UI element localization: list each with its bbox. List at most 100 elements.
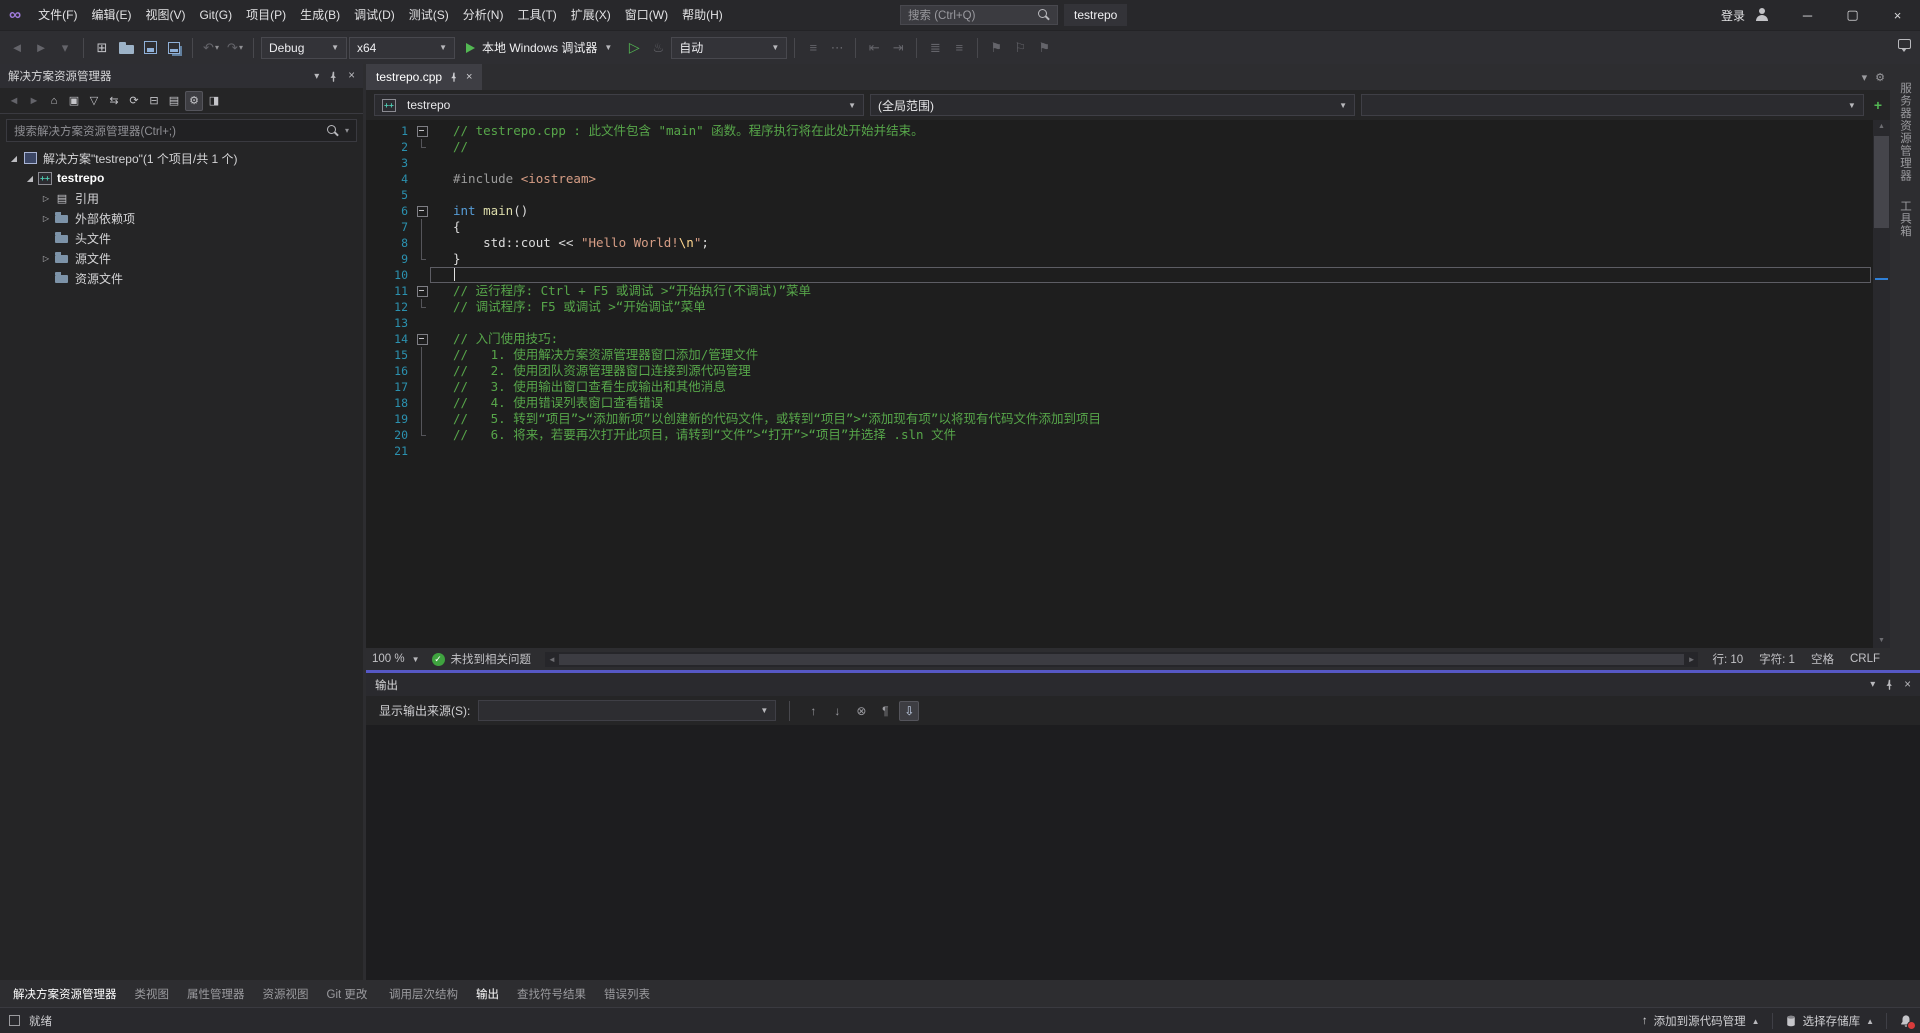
show-all-files-icon[interactable]: ▤ <box>165 91 183 111</box>
scroll-left-icon[interactable]: ◄ <box>548 652 556 667</box>
expander-icon[interactable]: ▷ <box>38 214 54 223</box>
caret-char-indicator[interactable]: 字符: 1 <box>1759 651 1795 667</box>
send-feedback-icon[interactable] <box>1898 39 1911 49</box>
panel-tab[interactable]: 解决方案资源管理器 <box>4 986 126 1002</box>
code-text[interactable]: // 入门使用技巧: <box>430 331 1871 347</box>
line-number[interactable]: 8 <box>366 235 414 251</box>
scrollbar-thumb[interactable] <box>1874 136 1889 228</box>
line-number[interactable]: 11 <box>366 283 414 299</box>
back-icon[interactable]: ◄ <box>5 91 23 111</box>
line-number[interactable]: 13 <box>366 315 414 331</box>
line-number[interactable]: 4 <box>366 171 414 187</box>
code-text[interactable]: { <box>430 219 1871 235</box>
previous-bookmark-icon[interactable]: ⚐ <box>1009 36 1031 60</box>
document-health-indicator[interactable]: ✓ 未找到相关问题 <box>432 651 532 667</box>
code-text[interactable]: // 运行程序: Ctrl + F5 或调试 >“开始执行(不调试)”菜单 <box>430 283 1871 299</box>
scroll-right-icon[interactable]: ► <box>1688 652 1696 667</box>
code-editor[interactable]: 1// testrepo.cpp : 此文件包含 "main" 函数。程序执行将… <box>366 120 1890 648</box>
menu-item[interactable]: 文件(F) <box>31 0 84 30</box>
minimize-button[interactable]: ─ <box>1785 0 1830 30</box>
fold-collapse-icon[interactable] <box>414 283 430 299</box>
next-message-icon[interactable]: ↓ <box>827 701 847 721</box>
line-number[interactable]: 3 <box>366 155 414 171</box>
sync-with-active-document-icon[interactable]: ⇆ <box>105 91 123 111</box>
expander-icon[interactable]: ◢ <box>6 154 22 163</box>
tree-item[interactable]: ◢++testrepo <box>0 168 363 188</box>
line-number[interactable]: 5 <box>366 187 414 203</box>
line-number[interactable]: 20 <box>366 427 414 443</box>
pin-icon[interactable] <box>328 71 339 82</box>
line-number[interactable]: 21 <box>366 443 414 459</box>
editor-options-gear-icon[interactable]: ⚙ <box>1875 71 1885 84</box>
tree-item[interactable]: ▷▤引用 <box>0 188 363 208</box>
navigate-backward-icon[interactable]: ◄ <box>6 36 28 60</box>
panel-tab[interactable]: 调用层次结构 <box>380 986 467 1002</box>
home-icon[interactable]: ⌂ <box>45 91 63 111</box>
expander-icon[interactable]: ◢ <box>22 174 38 183</box>
maximize-button[interactable]: ▢ <box>1830 0 1875 30</box>
fold-collapse-icon[interactable] <box>414 123 430 139</box>
forward-icon[interactable]: ► <box>25 91 43 111</box>
close-button[interactable]: × <box>1875 0 1920 30</box>
code-text[interactable] <box>430 155 1871 171</box>
comment-selection-icon[interactable]: ≣ <box>924 36 946 60</box>
line-number[interactable]: 14 <box>366 331 414 347</box>
code-text[interactable] <box>430 315 1871 331</box>
editor-vertical-scrollbar[interactable]: ▲ ▼ <box>1873 120 1890 648</box>
navigation-dropdown-icon[interactable]: ▾ <box>54 36 76 60</box>
switch-views-icon[interactable]: ▣ <box>65 91 83 111</box>
solution-configurations-dropdown[interactable]: Debug▼ <box>261 37 347 59</box>
panel-tab[interactable]: 属性管理器 <box>178 986 254 1002</box>
nav-project-dropdown[interactable]: ++ testrepo ▼ <box>374 94 864 116</box>
toggle-word-wrap-icon[interactable]: ¶ <box>875 701 895 721</box>
code-text[interactable]: // 2. 使用团队资源管理器窗口连接到源代码管理 <box>430 363 1871 379</box>
auto-hide-tab[interactable]: 服务器资源管理器 <box>1897 82 1913 182</box>
caret-line-indicator[interactable]: 行: 10 <box>1712 651 1743 667</box>
navigate-forward-icon[interactable]: ► <box>30 36 52 60</box>
window-position-icon[interactable]: ▾ <box>314 71 319 82</box>
pending-changes-filter-icon[interactable]: ▽ <box>85 91 103 111</box>
panel-tab[interactable]: 类视图 <box>126 986 179 1002</box>
code-text[interactable]: // 调试程序: F5 或调试 >“开始调试”菜单 <box>430 299 1871 315</box>
background-tasks-icon[interactable] <box>9 1015 20 1026</box>
close-panel-icon[interactable]: × <box>1904 679 1911 691</box>
quick-search-box[interactable]: 搜索 (Ctrl+Q) <box>900 5 1058 25</box>
menu-item[interactable]: 测试(S) <box>402 0 456 30</box>
menu-item[interactable]: 调试(D) <box>347 0 402 30</box>
line-number[interactable]: 17 <box>366 379 414 395</box>
output-source-dropdown[interactable]: ▼ <box>478 700 776 721</box>
notifications-button[interactable] <box>1899 1014 1913 1028</box>
code-text[interactable] <box>430 443 1871 459</box>
start-without-debugging-icon[interactable]: ▷ <box>623 36 645 60</box>
undo-icon[interactable]: ↶▾ <box>200 36 222 60</box>
increase-indent-icon[interactable]: ⇥ <box>887 36 909 60</box>
code-text[interactable] <box>430 187 1871 203</box>
code-text[interactable] <box>430 267 1871 283</box>
panel-tab[interactable]: 错误列表 <box>595 986 659 1002</box>
scroll-up-icon[interactable]: ▲ <box>1873 120 1890 134</box>
line-number[interactable]: 7 <box>366 219 414 235</box>
redo-icon[interactable]: ↷▾ <box>224 36 246 60</box>
hot-reload-icon[interactable]: ♨ <box>647 36 669 60</box>
pin-icon[interactable] <box>449 72 459 82</box>
line-number[interactable]: 1 <box>366 123 414 139</box>
panel-tab[interactable]: 资源视图 <box>254 986 318 1002</box>
line-number[interactable]: 19 <box>366 411 414 427</box>
fold-collapse-icon[interactable] <box>414 203 430 219</box>
line-number[interactable]: 15 <box>366 347 414 363</box>
line-number[interactable]: 6 <box>366 203 414 219</box>
line-number[interactable]: 2 <box>366 139 414 155</box>
menu-item[interactable]: 窗口(W) <box>618 0 675 30</box>
tree-item[interactable]: ▷源文件 <box>0 248 363 268</box>
user-avatar-icon[interactable] <box>1755 8 1769 22</box>
panel-tab[interactable]: Git 更改 <box>318 986 377 1002</box>
solution-explorer-search-box[interactable]: 搜索解决方案资源管理器(Ctrl+;) ▾ <box>6 119 357 142</box>
add-to-source-control-button[interactable]: ↑ 添加到源代码管理 ▲ <box>1642 1013 1760 1029</box>
nav-member-dropdown[interactable]: ▼ <box>1361 94 1864 116</box>
refresh-icon[interactable]: ⟳ <box>125 91 143 111</box>
spaces-indicator[interactable]: 空格 <box>1811 651 1834 667</box>
menu-item[interactable]: 分析(N) <box>456 0 511 30</box>
code-text[interactable]: // 4. 使用错误列表窗口查看错误 <box>430 395 1871 411</box>
sign-in-link[interactable]: 登录 <box>1721 7 1745 24</box>
menu-item[interactable]: 编辑(E) <box>84 0 138 30</box>
